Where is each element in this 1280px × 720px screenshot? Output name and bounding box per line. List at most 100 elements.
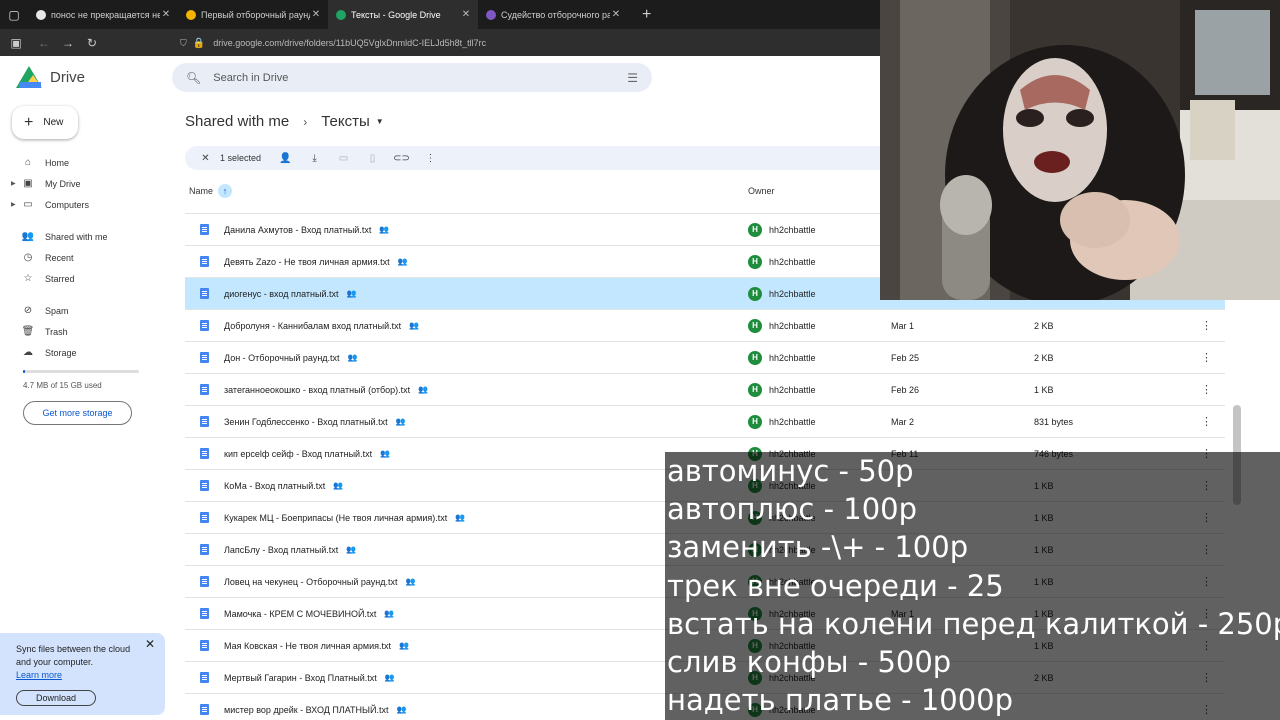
sidebar-item-starred[interactable]: ☆ Starred xyxy=(14,268,164,289)
tab-favicon-icon xyxy=(486,9,496,20)
plus-icon: + xyxy=(24,113,34,131)
shared-icon: 👥 xyxy=(384,609,395,618)
owner-cell: Hhh2chbattle xyxy=(748,222,816,237)
new-tab-button[interactable]: + xyxy=(642,6,651,24)
owner-name: hh2chbattle xyxy=(769,256,816,267)
spam-icon: ⊘ xyxy=(23,305,33,316)
webcam-overlay xyxy=(880,0,1280,300)
shared-icon: 👥 xyxy=(333,481,344,490)
document-icon xyxy=(200,608,209,619)
expand-caret-icon[interactable]: ▶ xyxy=(11,180,16,187)
file-row[interactable]: Зенин Годблессенко - Вход платный.txt 👥 Hh… xyxy=(185,406,1225,438)
tab-close-icon[interactable]: ✕ xyxy=(310,9,322,20)
sidebar-item-trash[interactable]: 🗑 Trash xyxy=(14,321,164,342)
site-info-icon[interactable]: ⛉ xyxy=(180,38,187,49)
shared-icon: 👥 xyxy=(405,577,416,586)
link-icon[interactable]: ⊂⊃ xyxy=(387,153,416,164)
owner-cell: Hhh2chbattle xyxy=(748,350,816,365)
file-name: Дон - Отборочный раунд.txt xyxy=(224,352,340,363)
more-actions-icon[interactable]: ⋮ xyxy=(416,153,445,164)
modified-date: Feb 26 xyxy=(891,384,920,395)
sidebar-item-computers[interactable]: ▶ ▭ Computers xyxy=(11,194,164,215)
sync-message: Sync files between the cloud and your co… xyxy=(16,644,131,667)
breadcrumb-parent[interactable]: Shared with me xyxy=(185,113,289,130)
row-menu-icon[interactable]: ⋮ xyxy=(1201,351,1212,364)
file-row[interactable]: Добролуня - Каннибалам вход платный.txt 👥… xyxy=(185,310,1225,342)
caret-down-icon[interactable]: ▼ xyxy=(376,117,384,126)
document-icon xyxy=(200,672,209,683)
sidebar-item-shared-with-me[interactable]: 👥 Shared with me xyxy=(14,226,164,247)
forward-icon[interactable]: → xyxy=(56,36,80,50)
document-icon xyxy=(200,576,209,587)
file-name-cell: мистер вор дрейк - ВХОД ПЛАТНЫЙ.txt 👥 xyxy=(224,705,724,715)
tab-actions-icon[interactable]: ▢ xyxy=(0,0,28,29)
shared-icon: 👥 xyxy=(347,353,358,362)
download-button[interactable]: Download xyxy=(16,690,96,706)
delete-icon[interactable]: ▯ xyxy=(358,153,387,164)
shared-icon: 👥 xyxy=(455,513,466,522)
browser-tab[interactable]: Судейство отборочного раунда✕ xyxy=(478,0,628,29)
file-name-cell: Девять Zazo - Не твоя личная армия.txt 👥 xyxy=(224,257,724,267)
search-options-icon[interactable]: ☰ xyxy=(627,71,638,85)
expand-caret-icon[interactable]: ▶ xyxy=(11,201,16,208)
browser-tab[interactable]: Первый отборочный раунд ✕ xyxy=(178,0,328,29)
sidebar-item-storage[interactable]: ☁ Storage xyxy=(14,342,164,363)
document-icon xyxy=(200,352,209,363)
modified-date: Feb 25 xyxy=(891,352,920,363)
shared-icon: 👥 xyxy=(395,417,406,426)
reload-icon[interactable]: ↻ xyxy=(80,36,104,50)
back-icon[interactable]: ← xyxy=(32,36,56,50)
storage-icon: ☁ xyxy=(23,347,33,358)
file-row[interactable]: Дон - Отборочный раунд.txt 👥 Hhh2chbattle F… xyxy=(185,342,1225,374)
browser-tab[interactable]: Тексты - Google Drive ✕ xyxy=(328,0,478,29)
learn-more-link[interactable]: Learn more xyxy=(16,670,62,680)
sidebar-item-my-drive[interactable]: ▶ ▣ My Drive xyxy=(11,173,164,194)
address-bar[interactable]: ⛉ 🔒 drive.google.com/drive/folders/11bUQ… xyxy=(180,34,880,52)
get-more-storage-button[interactable]: Get more storage xyxy=(23,401,132,425)
lock-icon: 🔒 xyxy=(192,37,206,49)
price-line: встать на колени перед калиткой - 250р xyxy=(667,606,1280,641)
tab-close-icon[interactable]: ✕ xyxy=(460,9,472,20)
search-icon[interactable]: 🔍︎ xyxy=(186,71,201,85)
sidebar-item-spam[interactable]: ⊘ Spam xyxy=(14,300,164,321)
document-icon xyxy=(200,512,209,523)
file-row[interactable]: затеганноеокошко - вход платный (отбор).… xyxy=(185,374,1225,406)
row-menu-icon[interactable]: ⋮ xyxy=(1201,415,1212,428)
name-column-header[interactable]: Name ↑ xyxy=(189,184,233,198)
breadcrumb-current[interactable]: Тексты xyxy=(321,113,370,130)
tab-close-icon[interactable]: ✕ xyxy=(160,9,172,20)
file-name: ЛапсБлу - Вход платный.txt xyxy=(224,544,339,555)
close-icon[interactable]: ✕ xyxy=(145,637,155,651)
download-icon[interactable]: ⤓ xyxy=(300,153,329,164)
owner-column-header[interactable]: Owner xyxy=(748,186,775,196)
move-icon[interactable]: ▭ xyxy=(329,153,358,164)
browser-tab[interactable]: понос не прекращается неде...✕ xyxy=(28,0,178,29)
file-name: Добролуня - Каннибалам вход платный.txt xyxy=(224,320,402,331)
row-menu-icon[interactable]: ⋮ xyxy=(1201,383,1212,396)
share-icon[interactable]: 👤 xyxy=(271,153,300,164)
price-line: автоплюс - 100р xyxy=(667,492,918,527)
computers-icon: ▭ xyxy=(23,199,33,210)
modified-date: Mar 1 xyxy=(891,320,915,331)
row-menu-icon[interactable]: ⋮ xyxy=(1201,319,1212,332)
search-input[interactable]: Search in Drive xyxy=(213,72,627,84)
price-line: слив конфы - 500р xyxy=(667,644,952,679)
sidebar-toggle-icon[interactable]: ▣ xyxy=(4,36,28,50)
tab-title: Судейство отборочного раунда xyxy=(501,9,610,20)
tab-close-icon[interactable]: ✕ xyxy=(610,9,622,20)
document-icon xyxy=(200,224,209,235)
sidebar-item-home[interactable]: ⌂ Home xyxy=(14,152,164,173)
clear-selection-icon[interactable]: ✕ xyxy=(191,153,220,164)
document-icon xyxy=(200,320,209,331)
drive-logo[interactable]: Drive xyxy=(16,66,85,88)
sort-arrow-icon[interactable]: ↑ xyxy=(218,184,233,198)
search-bar[interactable]: 🔍︎ Search in Drive ☰ xyxy=(172,63,652,92)
new-button[interactable]: + New xyxy=(12,106,78,139)
shared-icon: 👥 xyxy=(396,705,407,714)
sidebar-item-recent[interactable]: ◷ Recent xyxy=(14,247,164,268)
file-name-cell: затеганноеокошко - вход платный (отбор).… xyxy=(224,385,724,395)
document-icon xyxy=(200,640,209,651)
file-size: 2 KB xyxy=(1034,352,1054,363)
